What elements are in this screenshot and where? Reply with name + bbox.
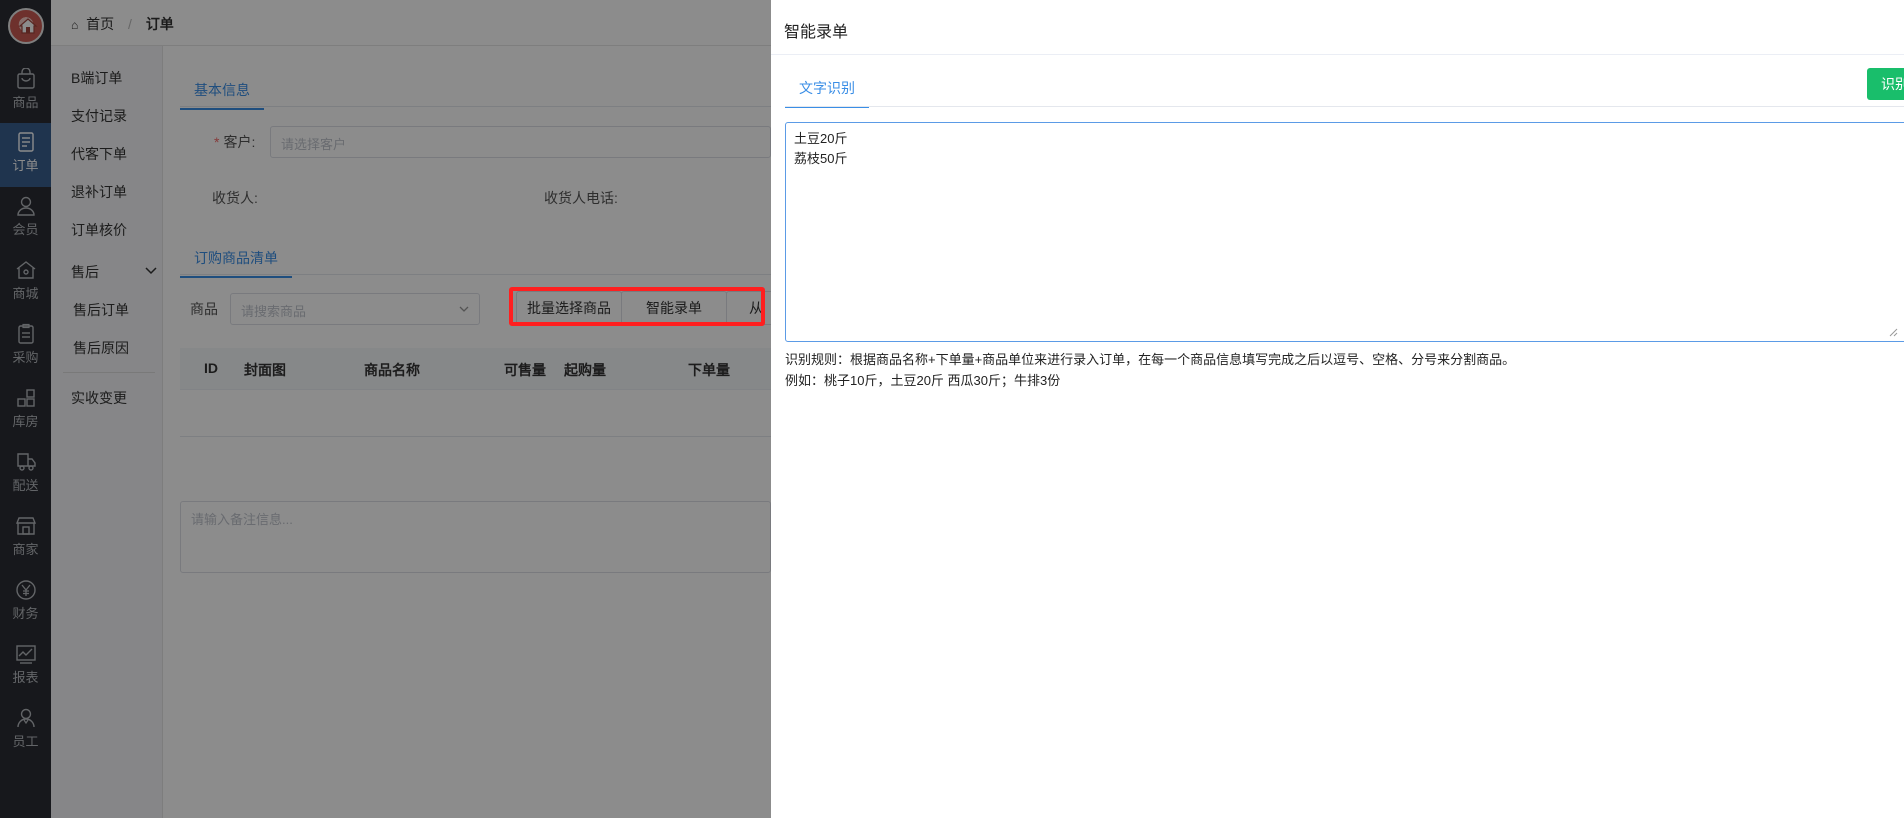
textarea-line: 土豆20斤 [794, 131, 848, 146]
drawer-header-divider [771, 54, 1904, 55]
recognition-example-text: 例如：桃子10斤，土豆20斤 西瓜30斤；牛排3份 [785, 373, 1061, 388]
recognition-rule-text: 识别规则：根据商品名称+下单量+商品单位来进行录入订单，在每一个商品信息填写完成… [785, 352, 1516, 367]
recognize-button[interactable]: 识别 [1867, 68, 1904, 100]
smart-entry-drawer: 智能录单 文字识别 识别 土豆20斤 荔枝50斤 识别规则：根据商品名称+下单量… [771, 0, 1904, 818]
tab-text-recognition[interactable]: 文字识别 [785, 78, 869, 108]
textarea-line: 荔枝50斤 [794, 151, 848, 166]
drawer-title: 智能录单 [784, 24, 849, 41]
annotation-highlight-box [509, 287, 765, 326]
resize-handle-icon[interactable] [1888, 327, 1898, 337]
recognition-textarea[interactable]: 土豆20斤 荔枝50斤 [785, 122, 1904, 342]
drawer-tab-divider [785, 106, 1904, 107]
modal-backdrop[interactable] [0, 0, 771, 818]
